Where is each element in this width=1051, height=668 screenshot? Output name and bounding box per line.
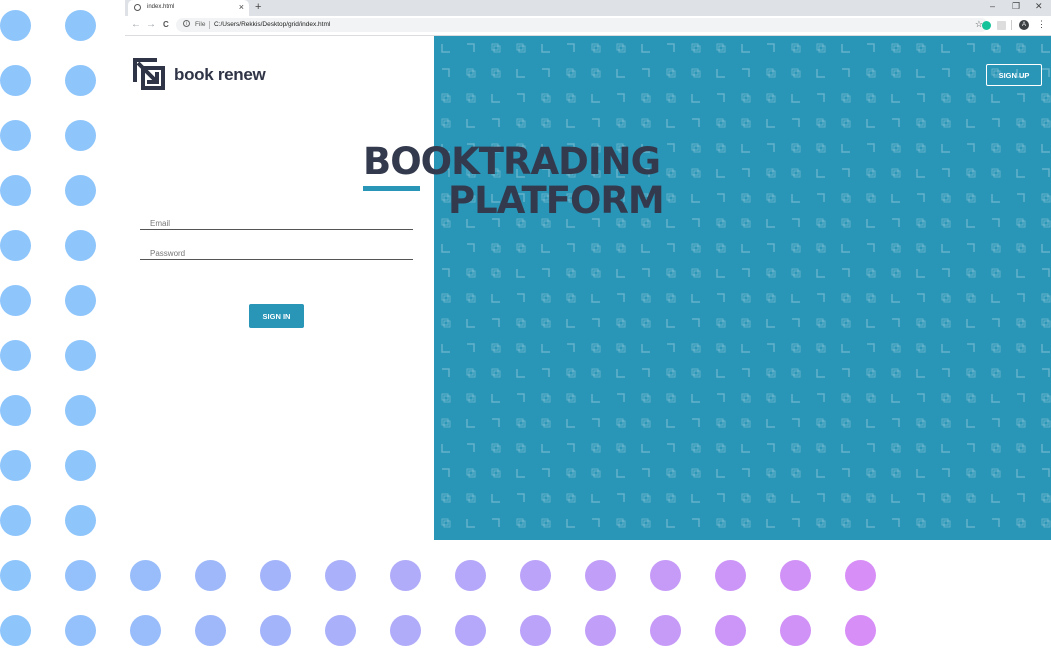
- decorative-dot: [780, 560, 811, 591]
- decorative-dot: [65, 560, 96, 591]
- decorative-dot: [715, 615, 746, 646]
- address-bar[interactable]: i File C:/Users/Rekkis/Desktop/grid/inde…: [176, 18, 988, 32]
- decorative-dot: [65, 175, 96, 206]
- decorative-dot: [0, 230, 31, 261]
- decorative-dot: [65, 285, 96, 316]
- hero-panel: SIGN UP: [434, 36, 1051, 540]
- background-pattern: [441, 43, 1051, 528]
- brand-name: book renew: [174, 65, 266, 84]
- window-close-button[interactable]: ✕: [1035, 1, 1043, 12]
- decorative-dot: [845, 615, 876, 646]
- decorative-dot: [0, 120, 31, 151]
- email-input[interactable]: [140, 216, 423, 231]
- decorative-dot: [520, 560, 551, 591]
- menu-icon[interactable]: ⋮: [1037, 19, 1046, 30]
- decorative-dot: [0, 175, 31, 206]
- decorative-dot: [195, 615, 226, 646]
- tab-title: index.html: [147, 4, 175, 10]
- decorative-dot: [260, 615, 291, 646]
- decorative-dot: [0, 560, 31, 591]
- restore-button[interactable]: ❐: [1012, 1, 1020, 12]
- forward-button[interactable]: →: [146, 19, 156, 30]
- info-icon[interactable]: i: [183, 20, 190, 27]
- decorative-dot: [65, 450, 96, 481]
- book-logo-icon: [133, 58, 165, 90]
- minimize-button[interactable]: –: [990, 1, 995, 11]
- decorative-dot: [0, 450, 31, 481]
- decorative-dot: [0, 285, 31, 316]
- headline-line-2: PLATFORM: [448, 179, 665, 222]
- decorative-dot: [780, 615, 811, 646]
- browser-tab[interactable]: index.html ×: [128, 0, 249, 16]
- decorative-dot: [325, 560, 356, 591]
- decorative-dot: [520, 615, 551, 646]
- globe-icon: [134, 4, 141, 11]
- decorative-dot: [715, 560, 746, 591]
- decorative-dot: [390, 615, 421, 646]
- browser-window: index.html × + – ❐ ✕ ← → C i File C:/Use…: [125, 0, 1051, 540]
- url-text[interactable]: C:/Users/Rekkis/Desktop/grid/index.html: [214, 21, 330, 28]
- extension-icon[interactable]: [997, 21, 1006, 30]
- decorative-dot: [585, 560, 616, 591]
- decorative-dot: [585, 615, 616, 646]
- decorative-dot: [65, 395, 96, 426]
- decorative-dot: [130, 560, 161, 591]
- decorative-dot: [65, 340, 96, 371]
- decorative-dot: [65, 10, 96, 41]
- password-field: [140, 243, 423, 261]
- sign-up-button[interactable]: SIGN UP: [986, 64, 1042, 86]
- decorative-dot: [195, 560, 226, 591]
- grammarly-icon[interactable]: [982, 21, 991, 30]
- address-divider: [209, 21, 210, 29]
- title-underline: [363, 186, 420, 191]
- decorative-dot: [0, 65, 31, 96]
- email-field: [140, 213, 423, 231]
- decorative-dot: [65, 505, 96, 536]
- tab-bar: index.html × + – ❐ ✕: [125, 0, 1051, 16]
- back-button[interactable]: ←: [131, 19, 141, 30]
- headline-line-1: BOOKTRADING: [363, 140, 661, 183]
- scheme-label: File: [195, 21, 206, 28]
- decorative-dot: [650, 615, 681, 646]
- decorative-dot: [65, 615, 96, 646]
- decorative-dot: [325, 615, 356, 646]
- profile-avatar[interactable]: A: [1019, 20, 1029, 30]
- new-tab-button[interactable]: +: [255, 1, 261, 13]
- decorative-dot: [65, 65, 96, 96]
- decorative-dot: [0, 340, 31, 371]
- decorative-dot: [390, 560, 421, 591]
- toolbar-divider: [1011, 20, 1012, 30]
- login-panel: book renew SIGN IN: [125, 36, 434, 540]
- decorative-dot: [0, 395, 31, 426]
- browser-toolbar: ← → C i File C:/Users/Rekkis/Desktop/gri…: [125, 16, 1051, 36]
- decorative-dot: [0, 10, 31, 41]
- decorative-dot: [130, 615, 161, 646]
- decorative-dot: [0, 505, 31, 536]
- decorative-dot: [455, 615, 486, 646]
- password-input[interactable]: [140, 246, 423, 261]
- decorative-dot: [65, 120, 96, 151]
- sign-in-button[interactable]: SIGN IN: [249, 304, 304, 328]
- close-tab-icon[interactable]: ×: [239, 2, 244, 12]
- decorative-dot: [845, 560, 876, 591]
- decorative-dot: [455, 560, 486, 591]
- decorative-dot: [65, 230, 96, 261]
- reload-button[interactable]: C: [163, 20, 169, 29]
- page-content: book renew SIGN IN SIGN UP BOOKTRADING P…: [125, 36, 1051, 540]
- decorative-dot: [260, 560, 291, 591]
- decorative-dot: [650, 560, 681, 591]
- decorative-dot: [0, 615, 31, 646]
